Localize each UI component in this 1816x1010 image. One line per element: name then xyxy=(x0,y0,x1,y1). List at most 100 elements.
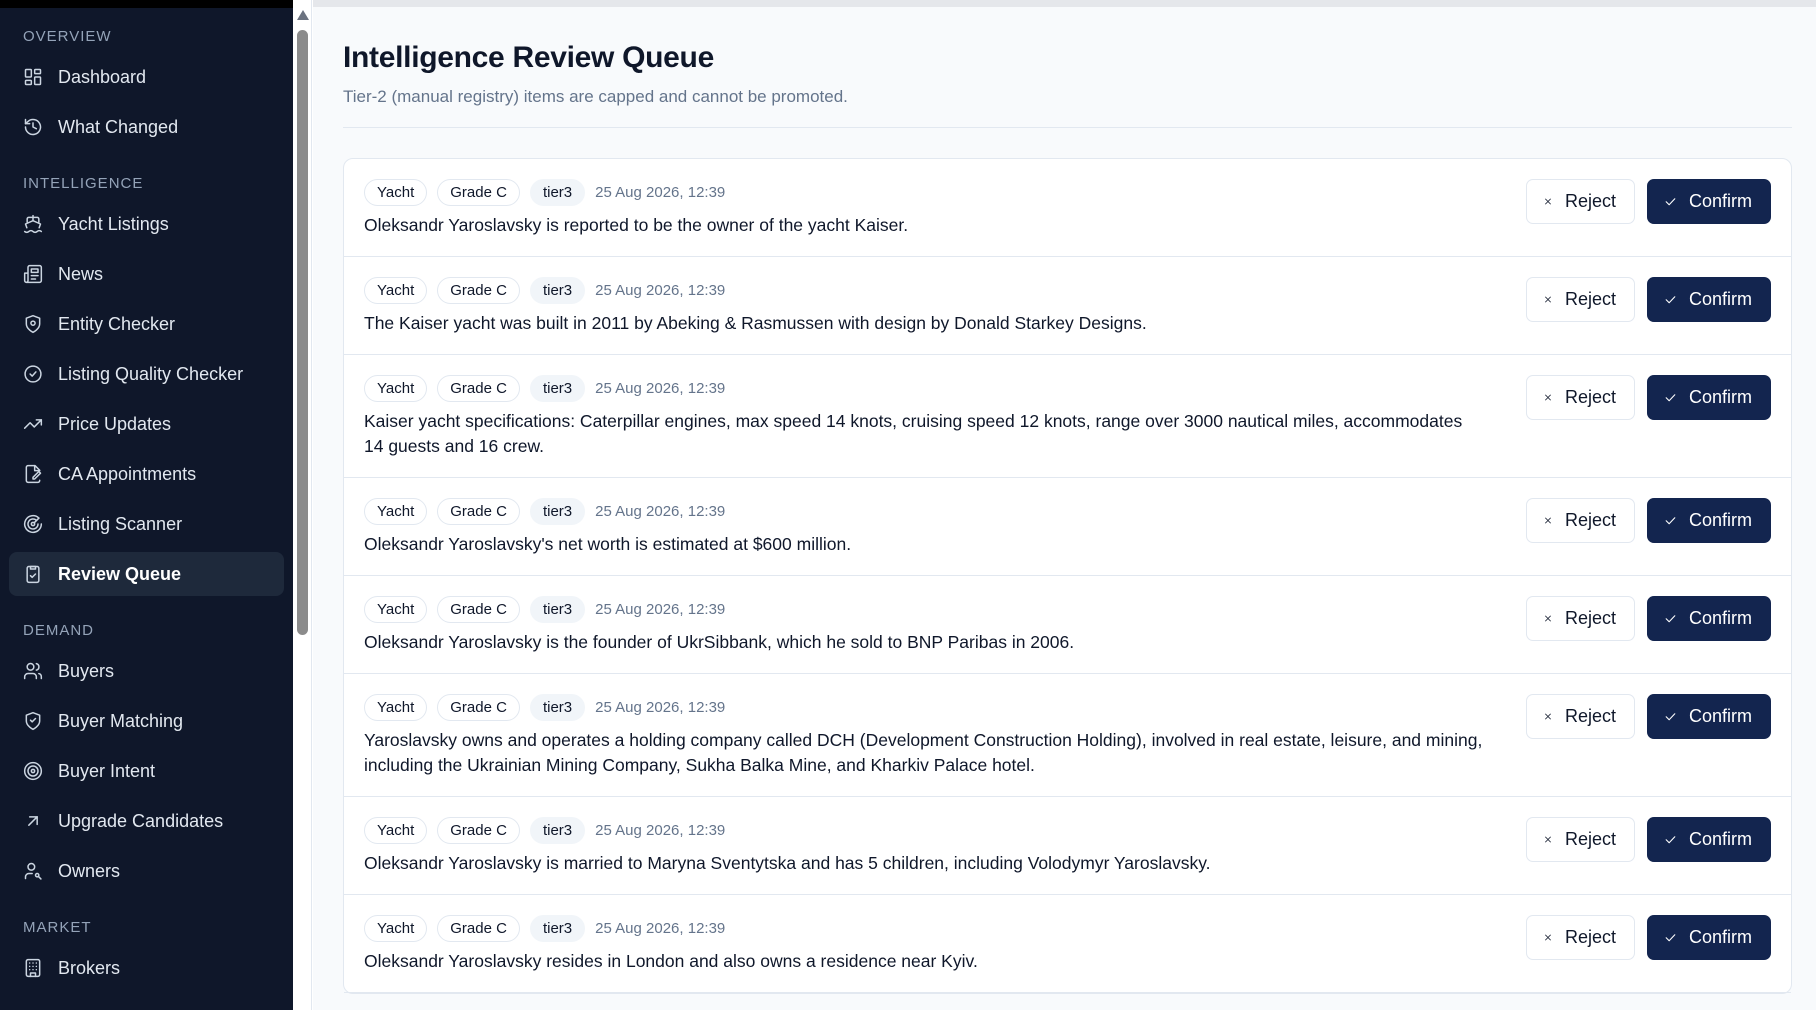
confirm-button[interactable]: Confirm xyxy=(1647,277,1771,322)
scrollbar-thumb[interactable] xyxy=(297,30,308,635)
queue-item: Yacht Grade C tier3 25 Aug 2026, 12:39 O… xyxy=(344,478,1791,576)
close-icon xyxy=(1545,713,1551,720)
nav-section-demand: DEMAND Buyers Buyer Matching Buyer Inten… xyxy=(0,602,293,893)
sidebar-item-entity-checker[interactable]: Entity Checker xyxy=(9,302,284,346)
sidebar-item-label: Brokers xyxy=(58,957,121,978)
reject-button[interactable]: Reject xyxy=(1526,179,1635,224)
queue-item-actions: Reject Confirm xyxy=(1526,275,1771,322)
reject-button[interactable]: Reject xyxy=(1526,277,1635,322)
reject-button[interactable]: Reject xyxy=(1526,915,1635,960)
tier-badge: tier3 xyxy=(529,914,586,942)
sidebar-item-yacht-listings[interactable]: Yacht Listings xyxy=(9,202,284,246)
confirm-button[interactable]: Confirm xyxy=(1647,179,1771,224)
timestamp: 25 Aug 2026, 12:39 xyxy=(595,281,726,299)
queue-item: Yacht Grade C tier3 25 Aug 2026, 12:39 K… xyxy=(344,355,1791,478)
confirm-button[interactable]: Confirm xyxy=(1647,375,1771,420)
reject-button[interactable]: Reject xyxy=(1526,498,1635,543)
tier-badge: tier3 xyxy=(529,816,586,844)
sidebar-item-label: Buyer Matching xyxy=(58,710,184,731)
trending-up-icon xyxy=(23,414,43,434)
sidebar-scrollbar[interactable] xyxy=(293,0,312,1010)
close-icon xyxy=(1545,198,1551,205)
sidebar-item-what-changed[interactable]: What Changed xyxy=(9,105,284,149)
queue-item: Yacht Grade C tier3 25 Aug 2026, 12:39 Y… xyxy=(344,674,1791,797)
sidebar-item-dashboard[interactable]: Dashboard xyxy=(9,55,284,99)
queue-item-tags: Yacht Grade C tier3 25 Aug 2026, 12:39 xyxy=(364,815,1486,845)
sidebar-item-ca-appointments[interactable]: CA Appointments xyxy=(9,452,284,496)
sidebar-item-label: Owners xyxy=(58,860,121,881)
close-icon xyxy=(1545,836,1551,843)
sidebar-item-listing-scanner[interactable]: Listing Scanner xyxy=(9,502,284,546)
grade-badge: Grade C xyxy=(437,914,520,942)
sidebar-item-review-queue[interactable]: Review Queue xyxy=(9,552,284,596)
tier-badge: tier3 xyxy=(529,693,586,721)
timestamp: 25 Aug 2026, 12:39 xyxy=(595,183,726,201)
category-badge: Yacht xyxy=(364,497,428,525)
ship-icon xyxy=(23,214,43,234)
reject-button-label: Reject xyxy=(1564,289,1616,309)
sidebar-item-label: Entity Checker xyxy=(58,313,176,334)
grade-badge: Grade C xyxy=(437,374,520,402)
confirm-button-label: Confirm xyxy=(1688,510,1752,530)
check-icon xyxy=(1665,934,1676,942)
sidebar-item-owners[interactable]: Owners xyxy=(9,849,284,893)
timestamp: 25 Aug 2026, 12:39 xyxy=(595,502,726,520)
queue-item: Yacht Grade C tier3 25 Aug 2026, 12:39 O… xyxy=(344,159,1791,257)
confirm-button[interactable]: Confirm xyxy=(1647,694,1771,739)
queue-item-body: Yacht Grade C tier3 25 Aug 2026, 12:39 T… xyxy=(364,275,1526,336)
queue-item-body: Yacht Grade C tier3 25 Aug 2026, 12:39 O… xyxy=(364,913,1526,974)
user-key-icon xyxy=(23,861,43,881)
queue-item-tags: Yacht Grade C tier3 25 Aug 2026, 12:39 xyxy=(364,594,1486,624)
confirm-button[interactable]: Confirm xyxy=(1647,596,1771,641)
queue-item-text: Oleksandr Yaroslavsky is the founder of … xyxy=(364,632,1075,652)
confirm-button-label: Confirm xyxy=(1688,706,1752,726)
sidebar-item-news[interactable]: News xyxy=(9,252,284,296)
confirm-button[interactable]: Confirm xyxy=(1647,915,1771,960)
sidebar-item-label: Buyer Intent xyxy=(58,760,156,781)
reject-button[interactable]: Reject xyxy=(1526,596,1635,641)
shield-heart-icon xyxy=(23,711,43,731)
check-icon xyxy=(1665,836,1676,844)
scroll-up-arrow-icon[interactable] xyxy=(297,10,309,20)
grade-badge: Grade C xyxy=(437,693,520,721)
close-icon xyxy=(1545,394,1551,401)
reject-button[interactable]: Reject xyxy=(1526,694,1635,739)
close-icon xyxy=(1545,934,1551,941)
grade-badge: Grade C xyxy=(437,276,520,304)
queue-item-text: Oleksandr Yaroslavsky is married to Mary… xyxy=(364,853,1211,873)
sidebar-item-label: Listing Quality Checker xyxy=(58,363,244,384)
close-icon xyxy=(1545,517,1551,524)
sidebar-item-label: Review Queue xyxy=(58,563,182,584)
sidebar-item-buyers[interactable]: Buyers xyxy=(9,649,284,693)
sidebar-item-buyer-intent[interactable]: Buyer Intent xyxy=(9,749,284,793)
queue-item: Yacht Grade C tier3 25 Aug 2026, 12:39 O… xyxy=(344,576,1791,674)
building-icon xyxy=(23,958,43,978)
sidebar-item-label: Dashboard xyxy=(58,66,147,87)
queue-item-actions: Reject Confirm xyxy=(1526,373,1771,420)
sidebar-item-upgrade-candidates[interactable]: Upgrade Candidates xyxy=(9,799,284,843)
confirm-button[interactable]: Confirm xyxy=(1647,817,1771,862)
sidebar-item-price-updates[interactable]: Price Updates xyxy=(9,402,284,446)
sidebar-item-label: Upgrade Candidates xyxy=(58,810,224,831)
target-icon xyxy=(23,761,43,781)
shield-icon xyxy=(23,314,43,334)
queue-item-body: Yacht Grade C tier3 25 Aug 2026, 12:39 O… xyxy=(364,594,1526,655)
queue-item-actions: Reject Confirm xyxy=(1526,177,1771,224)
confirm-button[interactable]: Confirm xyxy=(1647,498,1771,543)
queue-item: Yacht Grade C tier3 25 Aug 2026, 12:39 T… xyxy=(344,257,1791,355)
grade-badge: Grade C xyxy=(437,595,520,623)
category-badge: Yacht xyxy=(364,276,428,304)
sidebar-item-brokers[interactable]: Brokers xyxy=(9,946,284,990)
reject-button[interactable]: Reject xyxy=(1526,375,1635,420)
sidebar-item-buyer-matching[interactable]: Buyer Matching xyxy=(9,699,284,743)
close-icon xyxy=(1545,296,1551,303)
reject-button[interactable]: Reject xyxy=(1526,817,1635,862)
queue-item-tags: Yacht Grade C tier3 25 Aug 2026, 12:39 xyxy=(364,496,1486,526)
queue-item-text: Oleksandr Yaroslavsky's net worth is est… xyxy=(364,534,852,554)
sidebar-item-listing-quality-checker[interactable]: Listing Quality Checker xyxy=(9,352,284,396)
sidebar-item-label: Buyers xyxy=(58,660,115,681)
timestamp: 25 Aug 2026, 12:39 xyxy=(595,919,726,937)
confirm-button-label: Confirm xyxy=(1688,387,1752,407)
timestamp: 25 Aug 2026, 12:39 xyxy=(595,698,726,716)
queue-item-body: Yacht Grade C tier3 25 Aug 2026, 12:39 O… xyxy=(364,177,1526,238)
